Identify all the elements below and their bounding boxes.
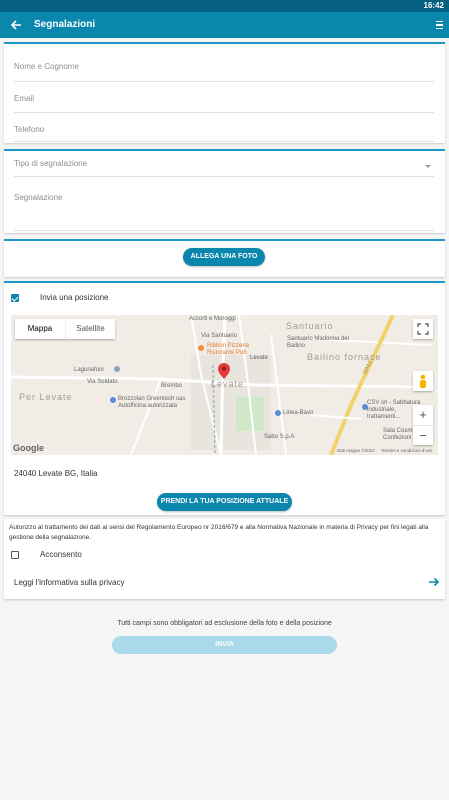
attach-photo-button[interactable]: ALLEGA UNA FOTO (183, 248, 265, 266)
address-text: 24040 Levate BG, Italia (14, 469, 98, 478)
workshop-poi-icon[interactable] (110, 397, 116, 403)
map-label-per-levate: Per Levate (19, 392, 73, 402)
fullscreen-button[interactable] (413, 319, 433, 339)
map-label-levate-sud: Levate (250, 355, 269, 361)
map-label-santuario-madonna: Santuario Madonna del Bailino (287, 336, 350, 349)
report-type-select[interactable]: Tipo di segnalazione (14, 159, 434, 177)
map-type-toggle: Mappa Satellite (15, 319, 115, 339)
map-label-santuario: Santuario (286, 321, 334, 331)
map-label-accorti: Accorti e Moroggi (189, 316, 236, 322)
privacy-text: Autorizzo al trattamento dei dati ai sen… (9, 524, 429, 541)
pegman-icon (420, 374, 426, 388)
report-text-placeholder: Segnalazione (14, 193, 63, 202)
location-marker-icon[interactable] (218, 363, 230, 379)
report-card: Tipo di segnalazione Segnalazione (4, 149, 445, 233)
menu-icon[interactable] (436, 21, 443, 30)
phone-field[interactable]: Telefono (14, 125, 434, 142)
submit-button[interactable]: INVIA (112, 636, 337, 654)
position-checkbox-label: Invia una posizione (40, 293, 109, 302)
fullscreen-icon (417, 323, 429, 335)
app-bar: Segnalazioni (0, 12, 449, 38)
place-poi-icon[interactable] (114, 366, 120, 372)
map-label-levate: Levate (211, 379, 245, 389)
email-field[interactable]: Email (14, 94, 434, 113)
name-field[interactable]: Nome e Cognome (14, 62, 434, 82)
map-label-lagunaluni: Lagunafuni (74, 367, 104, 373)
phone-placeholder: Telefono (14, 125, 45, 134)
zoom-out-button[interactable]: − (413, 425, 433, 445)
map-terms-link[interactable]: Termini e condizioni d'uso (381, 448, 432, 453)
map-label-brembo: Brembo (161, 383, 183, 389)
arrow-right-icon[interactable] (428, 576, 440, 588)
position-checkbox[interactable] (11, 294, 19, 302)
map-label-linea-bavo: Linea-Bavo (283, 410, 314, 416)
tab-satellite[interactable]: Satellite (65, 319, 115, 339)
status-bar: 16:42 (0, 0, 449, 12)
back-arrow-icon[interactable] (9, 18, 23, 32)
map-label-brozzolan: Brozzolan Greentech sas Autofficina auto… (118, 396, 186, 409)
street-view-button[interactable] (413, 371, 433, 391)
map-label-sabo: Sabo S.p.A (264, 434, 295, 440)
zoom-controls: + − (413, 405, 433, 445)
current-position-button[interactable]: PRENDI LA TUA POSIZIONE ATTUALE (157, 493, 292, 511)
consent-label: Acconsento (40, 550, 82, 559)
map-view[interactable]: Accorti e Moroggi Via Santuario Santuari… (11, 315, 438, 455)
restaurant-poi-icon[interactable] (198, 345, 204, 351)
name-placeholder: Nome e Cognome (14, 62, 79, 71)
google-logo: Google (13, 443, 44, 453)
required-fields-note: Tutti campi sono obbligatori ad esclusio… (117, 620, 332, 627)
tab-map[interactable]: Mappa (15, 319, 65, 339)
report-text-field[interactable]: Segnalazione (14, 193, 434, 231)
map-label-via-soldato: Via Soldato (87, 379, 118, 385)
business-poi-icon[interactable] (275, 410, 281, 416)
zoom-in-button[interactable]: + (413, 405, 433, 425)
map-attribution: Dati mappa ©2023 (337, 448, 375, 453)
privacy-policy-link[interactable]: Leggi l'informativa sulla privacy (14, 578, 124, 587)
page-title: Segnalazioni (34, 19, 96, 30)
report-type-placeholder: Tipo di segnalazione (14, 159, 88, 168)
privacy-card: Autorizzo al trattamento dei dati ai sen… (4, 519, 445, 599)
email-placeholder: Email (14, 94, 35, 103)
chevron-down-icon (425, 165, 431, 168)
contact-card: Nome e Cognome Email Telefono (4, 42, 445, 143)
photo-card: ALLEGA UNA FOTO (4, 239, 445, 277)
consent-checkbox[interactable] (11, 551, 19, 559)
map-label-via-santuario: Via Santuario (201, 333, 237, 339)
status-time: 16:42 (423, 1, 444, 10)
